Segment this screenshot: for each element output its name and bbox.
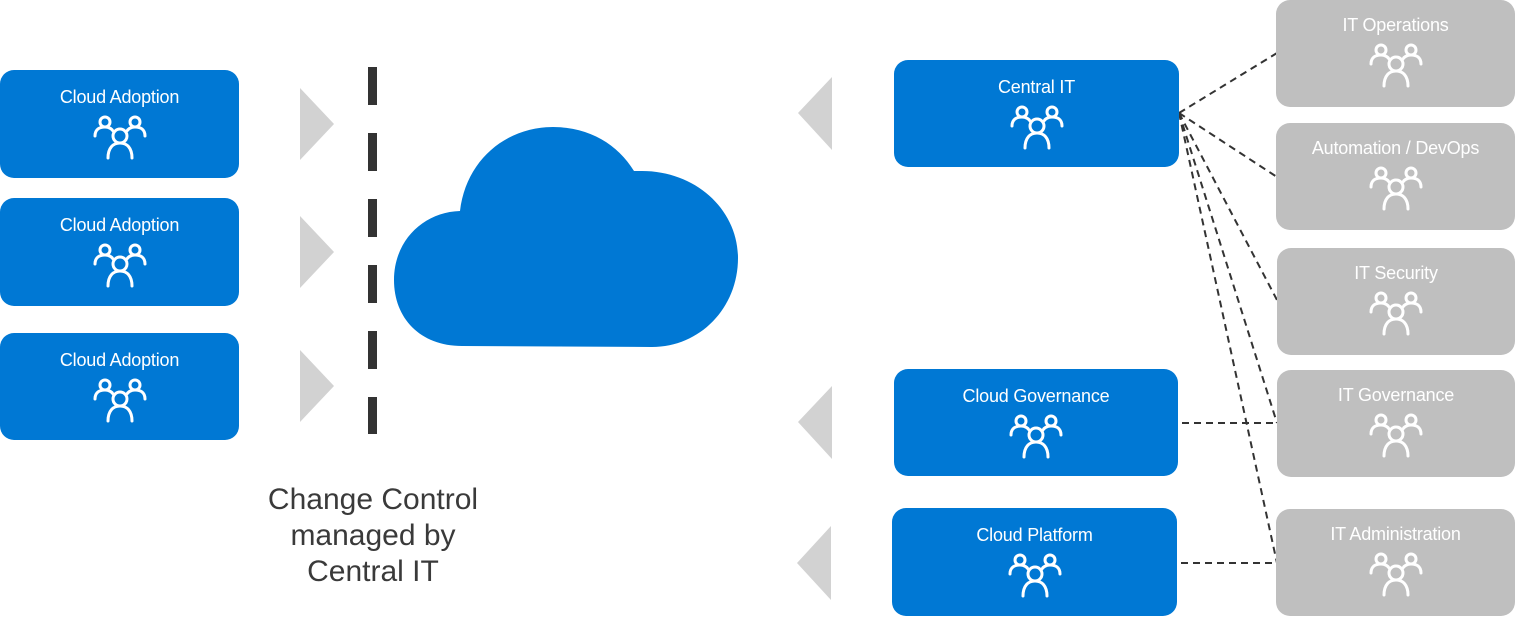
cloud-icon	[394, 127, 738, 347]
connector-central-it-security	[1178, 112, 1278, 301]
team-it-administration[interactable]: IT Administration	[1276, 509, 1515, 616]
arrow-right-icon	[300, 216, 334, 288]
team-central-it[interactable]: Central IT	[894, 60, 1179, 167]
people-group-icon	[92, 114, 148, 160]
team-label: IT Administration	[1330, 524, 1461, 544]
team-it-security[interactable]: IT Security	[1277, 248, 1515, 355]
change-control-caption: Change Control managed by Central IT	[240, 482, 506, 590]
arrow-right-icon	[300, 88, 334, 160]
people-group-icon	[92, 377, 148, 423]
people-group-icon	[1368, 42, 1424, 88]
team-label: IT Operations	[1342, 15, 1449, 35]
team-cloud-adoption-2[interactable]: Cloud Adoption	[0, 198, 239, 306]
connector-central-it-administration	[1178, 112, 1278, 564]
caption-line: managed by	[290, 519, 456, 552]
people-group-icon	[92, 242, 148, 288]
team-label: Cloud Adoption	[59, 350, 180, 370]
connector-central-it-operations	[1178, 52, 1278, 114]
team-label: Central IT	[997, 77, 1076, 97]
team-label: IT Security	[1354, 263, 1438, 283]
team-label: Automation / DevOps	[1311, 138, 1480, 158]
connector-lines	[1178, 52, 1278, 564]
people-group-icon	[1009, 104, 1065, 150]
caption-line: Central IT	[307, 555, 439, 588]
arrow-left-icon	[798, 77, 832, 150]
team-cloud-governance[interactable]: Cloud Governance	[894, 369, 1178, 476]
team-cloud-adoption-3[interactable]: Cloud Adoption	[0, 333, 239, 440]
people-group-icon	[1368, 412, 1424, 458]
team-it-operations[interactable]: IT Operations	[1276, 0, 1515, 107]
team-cloud-platform[interactable]: Cloud Platform	[892, 508, 1177, 616]
connector-central-it-automation	[1178, 112, 1278, 178]
arrow-left-icon	[798, 386, 832, 459]
people-group-icon	[1368, 551, 1424, 597]
arrow-right-icon	[300, 350, 334, 422]
people-group-icon	[1008, 413, 1064, 459]
team-label: Cloud Adoption	[59, 215, 180, 235]
team-label: IT Governance	[1337, 385, 1455, 405]
team-automation-devops[interactable]: Automation / DevOps	[1276, 123, 1515, 230]
arrow-left-icon	[797, 526, 831, 600]
team-cloud-adoption-1[interactable]: Cloud Adoption	[0, 70, 239, 178]
people-group-icon	[1007, 552, 1063, 598]
people-group-icon	[1368, 290, 1424, 336]
people-group-icon	[1368, 165, 1424, 211]
team-label: Cloud Platform	[976, 525, 1093, 545]
team-it-governance[interactable]: IT Governance	[1277, 370, 1515, 477]
team-label: Cloud Governance	[962, 386, 1110, 406]
caption-line: Change Control	[267, 483, 479, 516]
change-control-barrier	[368, 67, 377, 434]
connector-central-it-governance	[1178, 112, 1278, 424]
team-label: Cloud Adoption	[59, 87, 180, 107]
